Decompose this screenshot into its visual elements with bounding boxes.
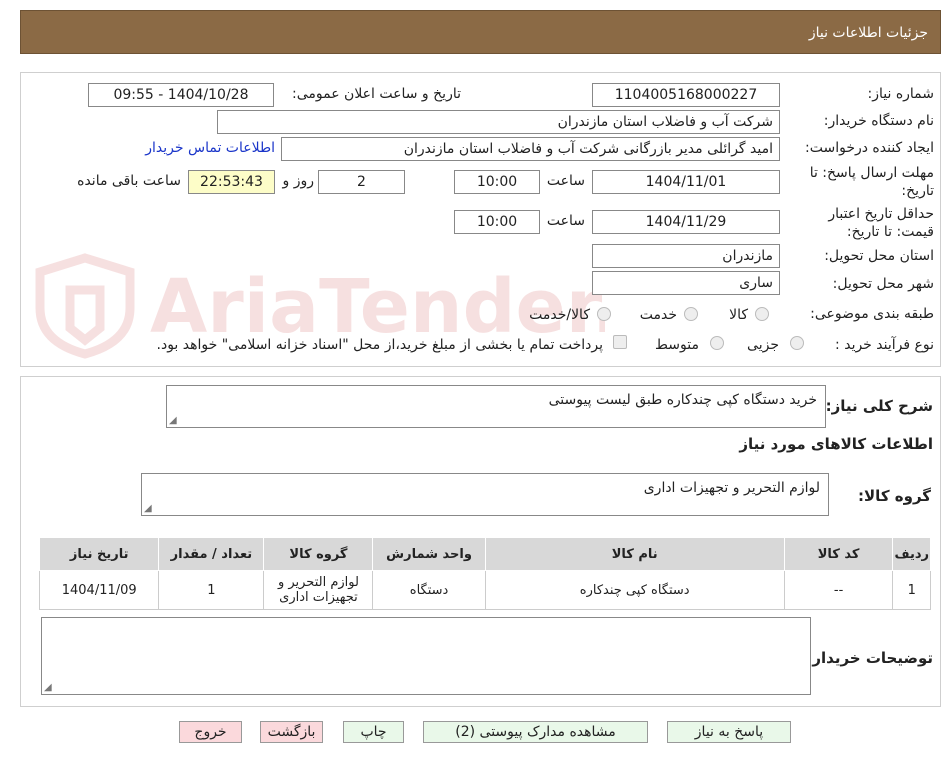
resize-grip-icon[interactable]: ◢ bbox=[144, 503, 152, 514]
buyer-notes-textarea[interactable]: ◢ bbox=[41, 617, 811, 695]
need-number-field: 1104005168000227 bbox=[592, 83, 780, 107]
validity-time-field: 10:00 bbox=[454, 210, 540, 234]
reply-button[interactable]: پاسخ به نیاز bbox=[667, 721, 791, 743]
page-header: جزئیات اطلاعات نیاز bbox=[20, 10, 941, 54]
items-table: ردیف کد کالا نام کالا واحد شمارش گروه کا… bbox=[38, 537, 931, 610]
remaining-label: ساعت باقی مانده bbox=[77, 173, 181, 189]
announce-label: تاریخ و ساعت اعلان عمومی: bbox=[292, 86, 461, 102]
process-radio-medium[interactable] bbox=[710, 336, 724, 350]
goods-group-text: لوازم التحریر و تجهیزات اداری bbox=[643, 480, 820, 496]
category-option-goods-service: کالا/خدمت bbox=[529, 307, 590, 323]
payment-note: پرداخت تمام یا بخشی از مبلغ خرید،از محل … bbox=[156, 337, 603, 353]
print-button[interactable]: چاپ bbox=[343, 721, 404, 743]
goods-group-textarea[interactable]: لوازم التحریر و تجهیزات اداری ◢ bbox=[141, 473, 829, 516]
process-label: نوع فرآیند خرید : bbox=[835, 337, 934, 353]
buyer-contact-link[interactable]: اطلاعات تماس خریدار bbox=[145, 140, 275, 156]
cell-unit: دستگاه bbox=[372, 570, 486, 610]
validity-label-line2: قیمت: تا تاریخ: bbox=[846, 224, 934, 240]
process-option-medium: متوسط bbox=[655, 337, 699, 353]
cell-quantity: 1 bbox=[158, 570, 265, 610]
announce-field: 1404/10/28 - 09:55 bbox=[88, 83, 274, 107]
treasury-checkbox[interactable] bbox=[613, 335, 627, 349]
category-radio-goods[interactable] bbox=[755, 307, 769, 321]
resize-grip-icon[interactable]: ◢ bbox=[169, 415, 177, 426]
deadline-label-line2: تاریخ: bbox=[901, 183, 934, 199]
validity-date-field: 1404/11/29 bbox=[592, 210, 780, 234]
cell-name: دستگاه کپی چندکاره bbox=[484, 570, 785, 610]
buyer-notes-label: توضیحات خریدار: bbox=[806, 649, 933, 667]
col-header-need-date: تاریخ نیاز bbox=[38, 537, 160, 571]
col-header-code: کد کالا bbox=[783, 537, 894, 571]
resize-grip-icon[interactable]: ◢ bbox=[44, 682, 52, 693]
deadline-label-line1: مهلت ارسال پاسخ: تا bbox=[809, 165, 934, 181]
cell-need-date: 1404/11/09 bbox=[38, 570, 160, 610]
page-title: جزئیات اطلاعات نیاز bbox=[808, 25, 928, 41]
category-radio-service[interactable] bbox=[684, 307, 698, 321]
city-label: شهر محل تحویل: bbox=[832, 276, 934, 292]
deadline-time-field: 10:00 bbox=[454, 170, 540, 194]
city-field: ساری bbox=[592, 271, 780, 295]
cell-row-number: 1 bbox=[892, 570, 931, 610]
col-header-row-number: ردیف bbox=[892, 537, 931, 571]
days-field: 2 bbox=[318, 170, 405, 194]
table-row: 1 -- دستگاه کپی چندکاره دستگاه لوازم الت… bbox=[38, 570, 931, 610]
col-header-quantity: تعداد / مقدار bbox=[158, 537, 265, 571]
col-header-group: گروه کالا bbox=[263, 537, 374, 571]
buyer-org-label: نام دستگاه خریدار: bbox=[823, 113, 934, 129]
cell-code: -- bbox=[783, 570, 894, 610]
buyer-org-field: شرکت آب و فاضلاب استان مازندران bbox=[217, 110, 780, 134]
process-radio-minor[interactable] bbox=[790, 336, 804, 350]
province-label: استان محل تحویل: bbox=[824, 248, 934, 264]
deadline-time-label: ساعت bbox=[546, 173, 585, 189]
validity-label-line1: حداقل تاریخ اعتبار bbox=[828, 206, 934, 222]
col-header-unit: واحد شمارش bbox=[372, 537, 486, 571]
exit-button[interactable]: خروج bbox=[179, 721, 242, 743]
remaining-time-field: 22:53:43 bbox=[188, 170, 275, 194]
description-text: خرید دستگاه کپی چندکاره طبق لیست پیوستی bbox=[548, 392, 817, 408]
goods-group-label: گروه کالا: bbox=[858, 487, 931, 505]
col-header-name: نام کالا bbox=[484, 537, 785, 571]
shield-logo-icon bbox=[35, 253, 135, 359]
days-label: روز و bbox=[282, 173, 315, 189]
category-radio-goods-service[interactable] bbox=[597, 307, 611, 321]
province-field: مازندران bbox=[592, 244, 780, 268]
creator-label: ایجاد کننده درخواست: bbox=[805, 140, 934, 156]
validity-time-label: ساعت bbox=[546, 213, 585, 229]
back-button[interactable]: بازگشت bbox=[260, 721, 323, 743]
attachments-button[interactable]: مشاهده مدارک پیوستی (2) bbox=[423, 721, 648, 743]
creator-field: امید گرائلی مدیر بازرگانی شرکت آب و فاضل… bbox=[281, 137, 780, 161]
description-textarea[interactable]: خرید دستگاه کپی چندکاره طبق لیست پیوستی … bbox=[166, 385, 826, 428]
cell-group: لوازم التحریر و تجهیزات اداری bbox=[263, 570, 374, 610]
need-number-label: شماره نیاز: bbox=[867, 86, 935, 102]
deadline-date-field: 1404/11/01 bbox=[592, 170, 780, 194]
table-header-row: ردیف کد کالا نام کالا واحد شمارش گروه کا… bbox=[38, 537, 931, 571]
category-label: طبقه بندی موضوعی: bbox=[810, 306, 934, 322]
process-option-minor: جزیی bbox=[747, 337, 779, 353]
category-option-service: خدمت bbox=[639, 307, 677, 323]
description-label: شرح کلی نیاز: bbox=[825, 397, 933, 415]
goods-info-title: اطلاعات کالاهای مورد نیاز bbox=[739, 435, 933, 453]
category-option-goods: کالا bbox=[729, 307, 748, 323]
